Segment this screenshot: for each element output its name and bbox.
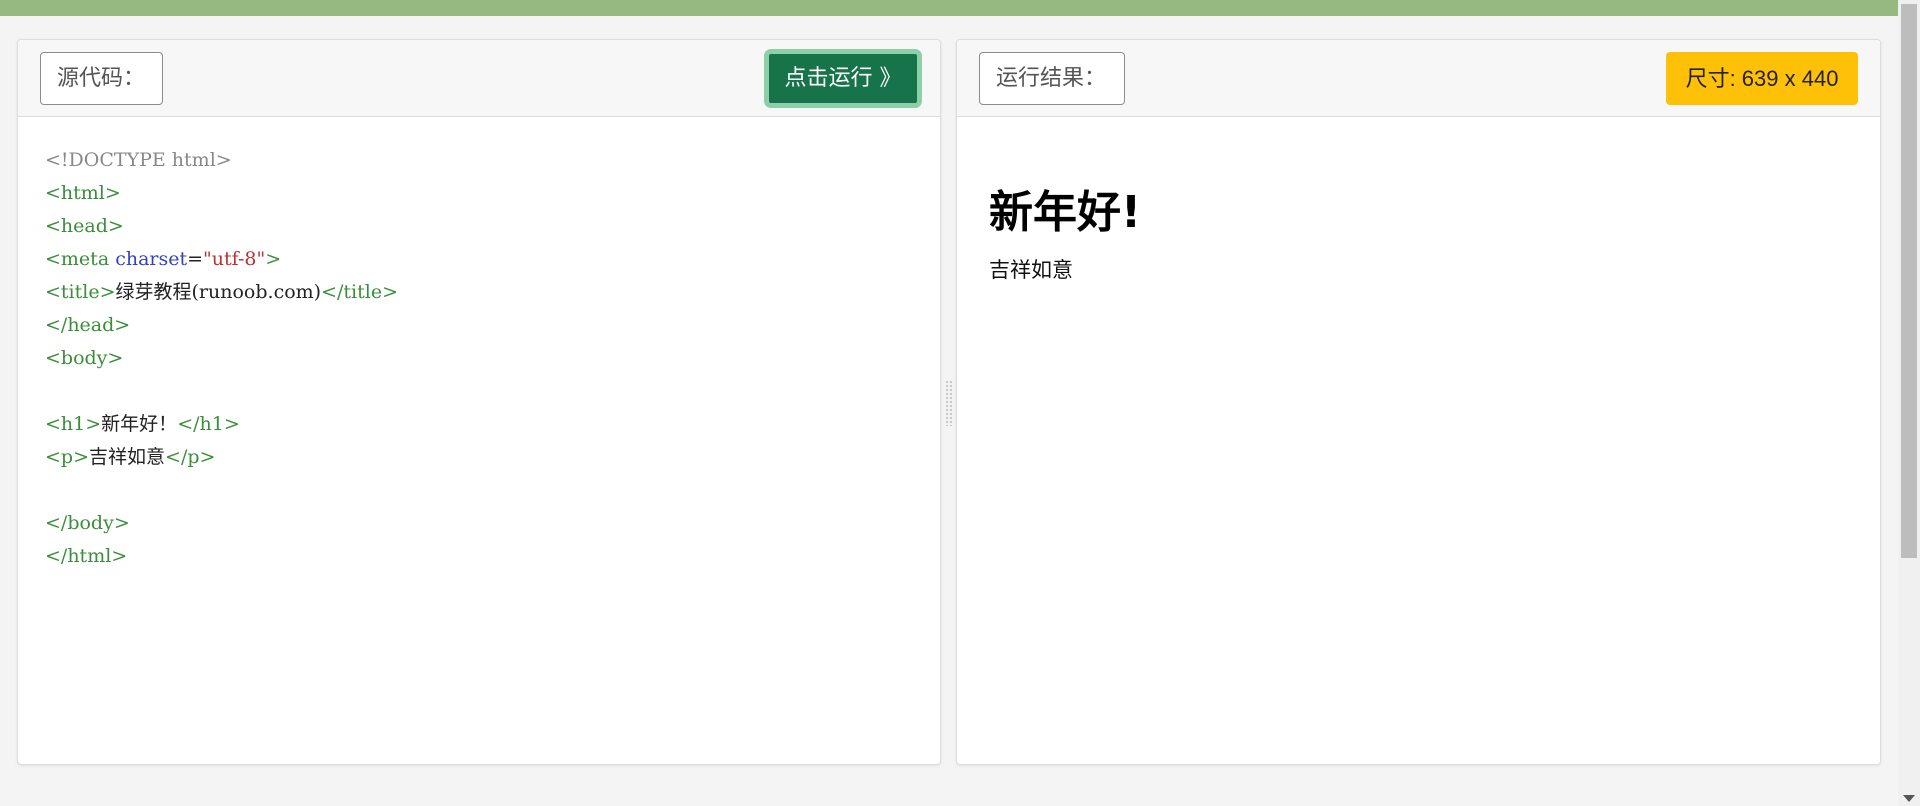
code-token-tag: </p> bbox=[165, 446, 216, 468]
code-token-tag: <head> bbox=[45, 215, 124, 237]
code-token-tag: <h1> bbox=[45, 413, 102, 435]
code-token-tag: </html> bbox=[45, 545, 128, 567]
code-token-attr: charset bbox=[115, 248, 188, 270]
source-panel-header: 源代码： 点击运行 》 bbox=[18, 40, 940, 117]
result-preview: 新年好! 吉祥如意 bbox=[957, 118, 1880, 764]
code-token-tag: <meta bbox=[45, 248, 116, 270]
code-token-tag: </title> bbox=[321, 281, 398, 303]
code-token-tag: </head> bbox=[45, 314, 131, 336]
code-line: <title>绿芽教程(runoob.com)</title> bbox=[45, 276, 940, 309]
code-token-txt: = bbox=[187, 248, 204, 270]
code-editor[interactable]: <!DOCTYPE html> <html> <head> <meta charset… bbox=[18, 118, 940, 764]
code-line: <meta charset="utf-8"> bbox=[45, 243, 940, 276]
code-token-tag: </h1> bbox=[177, 413, 240, 435]
source-code-panel: 源代码： 点击运行 》 <!DOCTYPE html> <html> <head> <… bbox=[17, 39, 941, 765]
result-label: 运行结果： bbox=[979, 52, 1125, 105]
page-scrollbar[interactable] bbox=[1898, 0, 1920, 806]
code-token-tag: > bbox=[265, 248, 282, 270]
code-token-txt: 绿芽教程(runoob.com) bbox=[115, 281, 322, 303]
code-token-txt: 新年好！ bbox=[101, 413, 178, 435]
code-token-str: "utf-8" bbox=[203, 248, 266, 270]
code-token-doctype: <!DOCTYPE html> bbox=[45, 149, 232, 171]
source-code-label: 源代码： bbox=[40, 52, 163, 105]
code-line: <h1>新年好！</h1> bbox=[45, 408, 940, 441]
code-token-tag: </body> bbox=[45, 512, 130, 534]
code-token-tag: <body> bbox=[45, 347, 124, 369]
code-line: </head> bbox=[45, 309, 940, 342]
size-badge: 尺寸: 639 x 440 bbox=[1666, 52, 1858, 105]
run-button[interactable]: 点击运行 》 bbox=[764, 49, 922, 108]
code-line: <!DOCTYPE html> bbox=[45, 144, 940, 177]
result-heading: 新年好! bbox=[989, 187, 1142, 238]
code-token-tag: <p> bbox=[45, 446, 90, 468]
splitter-handle[interactable] bbox=[945, 380, 953, 426]
code-token-tag: <title> bbox=[45, 281, 116, 303]
code-token-txt: 吉祥如意 bbox=[89, 446, 166, 468]
top-accent-bar bbox=[0, 0, 1920, 16]
code-line: <p>吉祥如意</p> bbox=[45, 441, 940, 474]
scroll-down-arrow-icon[interactable] bbox=[1903, 795, 1915, 802]
code-line: </body> bbox=[45, 507, 940, 540]
result-panel: 运行结果： 尺寸: 639 x 440 新年好! 吉祥如意 bbox=[956, 39, 1881, 765]
code-line: </html> bbox=[45, 540, 940, 573]
code-line: <head> bbox=[45, 210, 940, 243]
result-panel-header: 运行结果： 尺寸: 639 x 440 bbox=[957, 40, 1880, 117]
code-line: <html> bbox=[45, 177, 940, 210]
code-token-tag: <html> bbox=[45, 182, 121, 204]
scrollbar-thumb[interactable] bbox=[1901, 4, 1917, 558]
code-line: <body> bbox=[45, 342, 940, 375]
result-paragraph: 吉祥如意 bbox=[989, 258, 1073, 282]
